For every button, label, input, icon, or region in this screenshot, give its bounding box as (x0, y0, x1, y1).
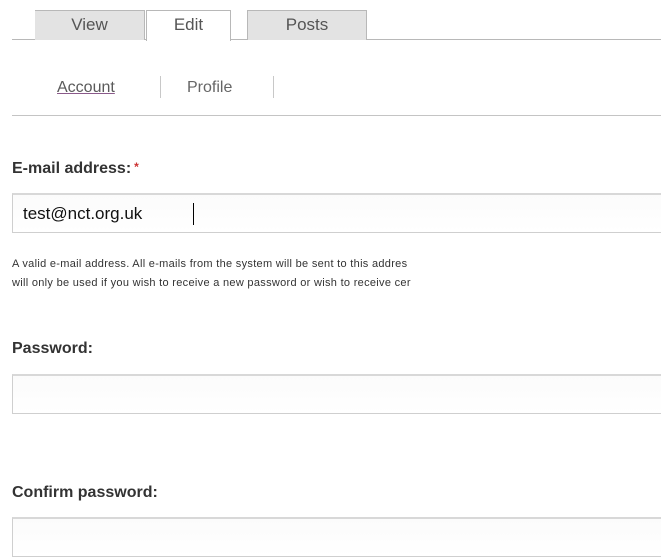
email-field[interactable] (12, 193, 661, 233)
tab-posts[interactable]: Posts (247, 10, 367, 40)
email-description-line: will only be used if you wish to receive… (12, 277, 411, 289)
confirm-password-field[interactable] (12, 517, 661, 557)
confirm-password-label: Confirm password: (12, 484, 158, 502)
password-field[interactable] (12, 374, 661, 414)
password-label: Password: (12, 340, 93, 358)
tab-edit[interactable]: Edit (146, 10, 231, 41)
confirm-password-label-text: Confirm password: (12, 484, 158, 501)
email-description: A valid e-mail address. All e-mails from… (12, 255, 661, 293)
email-label-text: E-mail address: (12, 160, 132, 177)
subtab-profile[interactable]: Profile (187, 78, 232, 98)
primary-tabs: View Edit Posts (12, 10, 661, 41)
tab-view[interactable]: View (35, 10, 145, 40)
user-edit-page: View Edit Posts Account Profile E-mail a… (0, 0, 661, 557)
required-marker: * (134, 160, 139, 174)
email-label: E-mail address: * (12, 160, 139, 178)
text-caret (193, 203, 194, 225)
subtab-divider (273, 76, 274, 98)
email-description-line: A valid e-mail address. All e-mails from… (12, 258, 408, 270)
password-label-text: Password: (12, 340, 93, 357)
subtab-divider (160, 76, 161, 98)
secondary-tabs: Account Profile (12, 66, 661, 116)
subtab-account[interactable]: Account (57, 78, 115, 98)
